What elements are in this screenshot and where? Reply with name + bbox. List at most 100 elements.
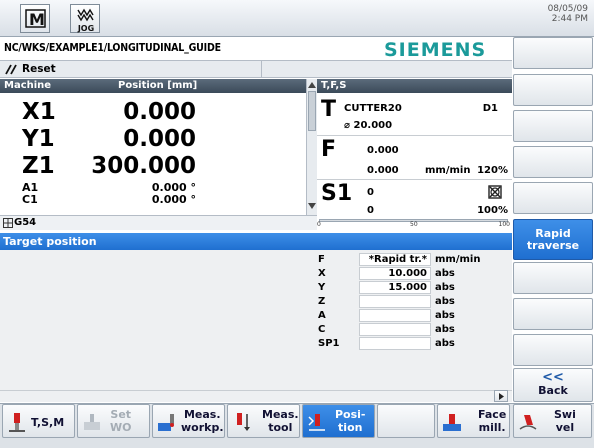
vertical-softkey-4[interactable] — [513, 146, 593, 178]
jog-mode-icon[interactable]: JOG — [70, 4, 100, 33]
axis-name: X1 — [22, 99, 56, 125]
spindle-input[interactable] — [359, 337, 431, 350]
axis-name: Y1 — [22, 126, 55, 152]
vertical-softkey-2[interactable] — [513, 74, 593, 106]
target-position-form: F *Rapid tr.* mm/min X 10.000 abs Y 15.0… — [0, 250, 512, 390]
target-unit: abs — [435, 268, 455, 279]
vertical-softkey-1[interactable] — [513, 37, 593, 69]
c-input[interactable] — [359, 323, 431, 336]
set-workoffset-icon — [84, 414, 100, 430]
measure-tool-label-2: tool — [268, 421, 293, 434]
target-position-header: Target position — [0, 233, 512, 250]
a-input[interactable] — [359, 309, 431, 322]
target-unit: abs — [435, 296, 455, 307]
rotary-axis-name: C1 — [22, 193, 38, 206]
date-time: 08/05/09 2:44 PM — [548, 4, 588, 24]
rapid-traverse-button[interactable]: Rapid traverse — [513, 219, 593, 260]
target-axis-label: X — [318, 268, 326, 279]
back-button[interactable]: << Back — [513, 368, 593, 402]
rapid-traverse-label-2: traverse — [526, 239, 580, 252]
feed-override: 120% — [477, 165, 508, 176]
tsm-button[interactable]: T,S,M — [2, 404, 75, 438]
face-mill-label-1: Face — [478, 408, 507, 421]
spindle-set: 0 — [367, 187, 374, 198]
status-bar: M JOG 08/05/09 2:44 PM — [0, 0, 594, 37]
target-axis-label: SP1 — [318, 338, 340, 349]
scroll-thumb[interactable] — [308, 91, 316, 131]
spindle-stop-icon — [488, 185, 502, 199]
target-unit: abs — [435, 310, 455, 321]
measure-workpiece-button[interactable]: Meas. workp. — [152, 404, 225, 438]
tsm-label: T,S,M — [31, 416, 65, 429]
work-offset-row: G54 — [0, 215, 317, 230]
mode-label: JOG — [77, 24, 94, 33]
axis-value: 0.000 — [123, 126, 196, 152]
tfs-header-label: T,F,S — [321, 80, 347, 91]
axis-position-list: X1 0.000 Y1 0.000 Z1 300.000 A1 0.000 ° … — [0, 93, 306, 215]
tool-name: CUTTER20 — [344, 103, 402, 114]
work-offset-icon — [3, 218, 13, 228]
program-path: NC/WKS/EXAMPLE1/LONGITUDINAL_GUIDE — [4, 42, 221, 54]
date: 08/05/09 — [547, 4, 588, 14]
axis-scrollbar[interactable] — [306, 79, 317, 215]
feed-letter: F — [321, 137, 337, 162]
channel-state-cell: Reset — [0, 61, 262, 77]
spindle-override: 100% — [477, 205, 508, 216]
scale-max: 100 — [498, 221, 510, 228]
axis-value: 300.000 — [91, 153, 196, 179]
swivel-label-2: vel — [555, 421, 575, 434]
scale-min: 0 — [317, 221, 321, 228]
brand-logo: SIEMENS — [384, 39, 487, 61]
y-input[interactable]: 15.000 — [359, 281, 431, 294]
feed-actual: 0.000 — [367, 165, 399, 176]
scroll-down-icon[interactable] — [308, 203, 316, 209]
position-label-2: tion — [338, 421, 363, 434]
set-wo-label-1: Set — [110, 408, 132, 421]
tool-d-number: D1 — [482, 103, 498, 114]
measure-workpiece-label-1: Meas. — [183, 408, 221, 421]
z-input[interactable] — [359, 295, 431, 308]
target-axis-label: F — [318, 254, 325, 265]
spindle-letter: S1 — [321, 181, 353, 206]
tfs-header: T,F,S — [317, 79, 512, 93]
scale-mid: 50 — [410, 221, 418, 228]
scroll-up-icon[interactable] — [308, 82, 316, 88]
swivel-label-1: Swi — [554, 408, 576, 421]
feed-input[interactable]: *Rapid tr.* — [359, 253, 431, 266]
axis-value: 0.000 — [123, 99, 196, 125]
set-wo-button[interactable]: Set WO — [77, 404, 150, 438]
channel-status-bar: Reset — [0, 61, 512, 78]
program-path-bar: NC/WKS/EXAMPLE1/LONGITUDINAL_GUIDE SIEME… — [0, 37, 512, 61]
vertical-softkey-5[interactable] — [513, 182, 593, 214]
vertical-softkey-7[interactable] — [513, 262, 593, 294]
target-axis-label: Z — [318, 296, 326, 307]
measure-workpiece-icon — [158, 414, 174, 431]
tool-icon — [9, 413, 25, 432]
vertical-softkey-8[interactable] — [513, 298, 593, 330]
vertical-softkey-9[interactable] — [513, 334, 593, 366]
machine-header-label: Machine — [4, 80, 52, 91]
face-mill-button[interactable]: Face mill. — [437, 404, 510, 438]
tfs-panel: T CUTTER20 D1 ⌀ 20.000 F 0.000 0.000 mm/… — [317, 93, 512, 229]
divider — [317, 179, 512, 180]
svg-text:M: M — [29, 10, 45, 29]
machine-area-icon[interactable]: M — [20, 4, 50, 33]
position-label-1: Posi- — [335, 408, 366, 421]
expand-button[interactable] — [494, 390, 508, 402]
axis-name: Z1 — [22, 153, 55, 179]
x-input[interactable]: 10.000 — [359, 267, 431, 280]
position-header-label: Position [mm] — [118, 80, 198, 91]
position-button[interactable]: Posi- tion — [302, 404, 375, 438]
measure-tool-icon — [237, 413, 250, 431]
target-axis-label: C — [318, 324, 326, 335]
spindle-actual: 0 — [367, 205, 374, 216]
chevron-right-icon — [499, 393, 504, 400]
measure-tool-button[interactable]: Meas. tool — [227, 404, 300, 438]
back-arrow-icon: << — [542, 370, 564, 385]
set-wo-label-2: WO — [110, 421, 132, 434]
empty-softkey[interactable] — [377, 404, 435, 438]
swivel-button[interactable]: Swi vel — [513, 404, 592, 438]
reset-icon — [5, 64, 17, 75]
target-axis-label: A — [318, 310, 326, 321]
vertical-softkey-3[interactable] — [513, 110, 593, 142]
